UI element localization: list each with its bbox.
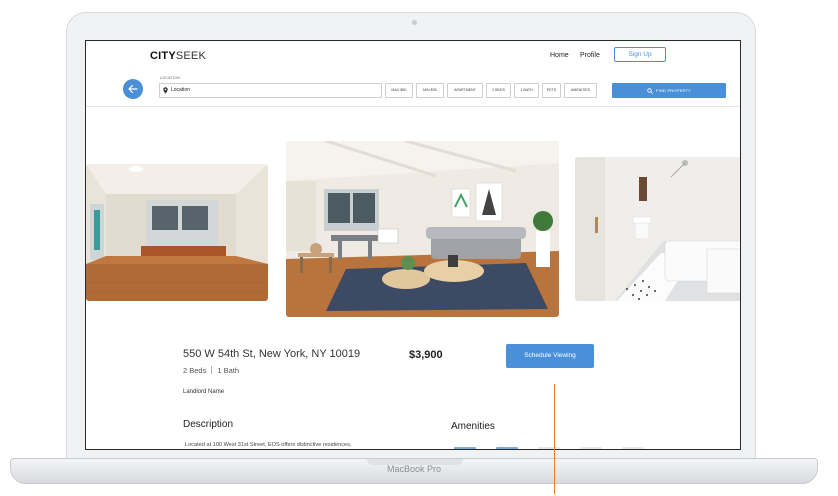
brand-logo[interactable]: CITYSEEK	[150, 50, 206, 62]
nav-profile-link[interactable]: Profile	[580, 52, 600, 59]
listing-photo-main[interactable]	[286, 141, 559, 317]
furnished-room-photo	[286, 141, 559, 317]
filter-amenities[interactable]: AMENITIES	[564, 83, 597, 98]
filter-bath[interactable]: 1 BATH	[514, 83, 539, 98]
app-screen: CITYSEEK Home Profile Sign Up LOCATION L…	[85, 40, 741, 450]
arrow-left-icon	[128, 84, 138, 94]
find-property-label: FIND PROPERTY	[656, 88, 691, 93]
map-pin-icon	[163, 87, 168, 94]
top-header: CITYSEEK Home Profile Sign Up LOCATION L…	[86, 41, 740, 107]
listing-address: 550 W 54th St, New York, NY 10019	[183, 348, 361, 360]
bathroom-photo	[575, 157, 740, 301]
search-icon	[647, 88, 653, 94]
filter-chips: MAX $6K MIN $3K APARTMENT 2 BEDS 1 BATH …	[385, 83, 597, 98]
description-text: Located at 100 West 31st Street, EOS off…	[185, 442, 352, 448]
filter-min-price[interactable]: MIN $3K	[416, 83, 444, 98]
filter-pets[interactable]: PETS	[542, 83, 561, 98]
amenity-icon	[496, 447, 518, 449]
device-label: MacBook Pro	[386, 464, 442, 474]
amenity-icon	[454, 447, 476, 449]
nav-home-link[interactable]: Home	[550, 52, 569, 59]
sign-up-button[interactable]: Sign Up	[614, 47, 666, 62]
logo-bold-text: CITY	[150, 50, 176, 62]
landlord-name[interactable]: Landlord Name	[183, 389, 224, 395]
filter-max-price[interactable]: MAX $6K	[385, 83, 413, 98]
laptop-camera	[412, 20, 417, 25]
listing-photo-right[interactable]	[575, 157, 740, 301]
filter-apartment[interactable]: APARTMENT	[447, 83, 483, 98]
beds-baths: 2 Beds 1 Bath	[183, 366, 239, 375]
baths-count: 1 Bath	[217, 366, 240, 375]
laptop-base: MacBook Pro	[10, 458, 818, 484]
find-property-button[interactable]: FIND PROPERTY	[612, 83, 726, 98]
living-room-photo	[86, 164, 268, 301]
description-heading: Description	[183, 419, 234, 430]
listing-price: $3,900	[409, 349, 443, 361]
amenities-heading: Amenities	[451, 421, 495, 432]
divider	[211, 366, 213, 374]
back-button[interactable]	[123, 79, 143, 99]
amenity-icon	[538, 447, 560, 449]
location-input[interactable]: Location	[159, 83, 382, 98]
beds-count: 2 Beds	[183, 366, 207, 375]
stage: CITYSEEK Home Profile Sign Up LOCATION L…	[0, 0, 838, 496]
filter-beds[interactable]: 2 BEDS	[486, 83, 511, 98]
logo-light-text: SEEK	[175, 50, 207, 62]
location-label: LOCATION	[160, 76, 181, 80]
listing-photo-left[interactable]	[86, 164, 268, 301]
schedule-viewing-button[interactable]: Schedule Viewing	[506, 344, 594, 368]
amenity-icon	[622, 447, 644, 449]
annotation-line	[554, 384, 555, 494]
amenity-icon	[580, 447, 602, 449]
